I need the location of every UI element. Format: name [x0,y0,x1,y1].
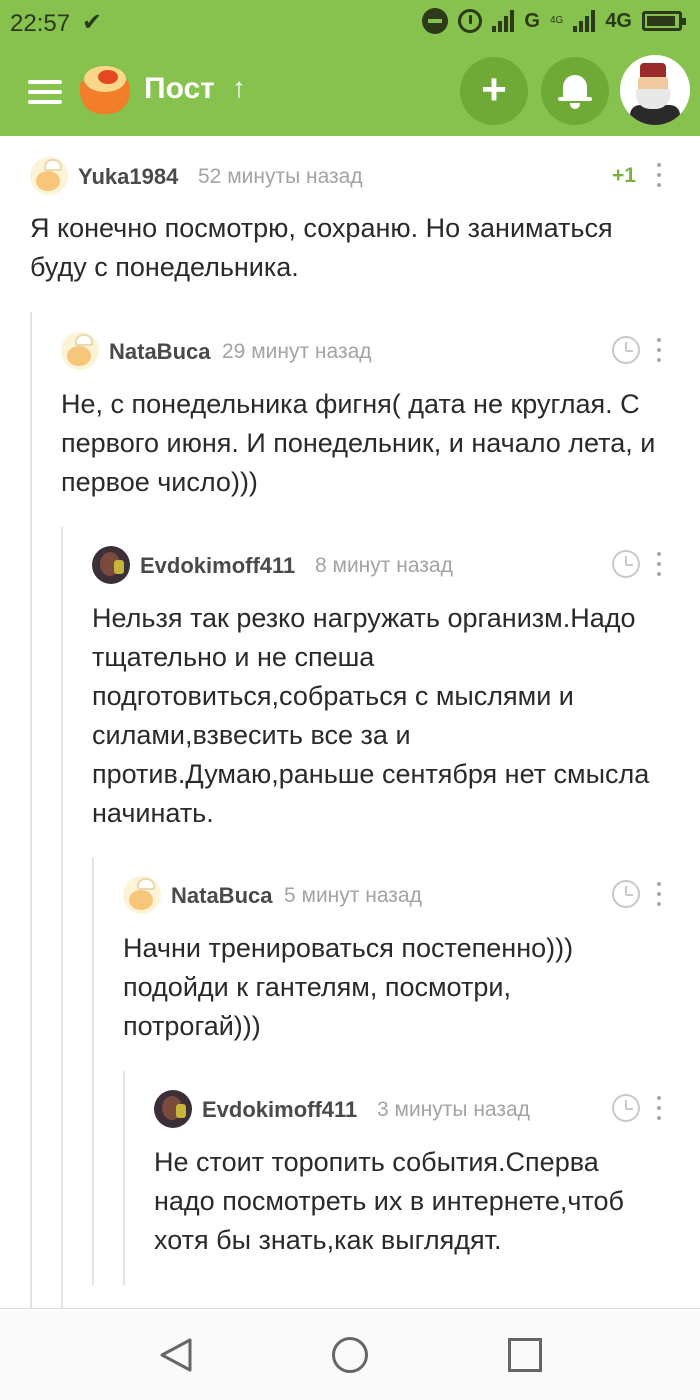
comment: Evdokimoff411 3 минуты назад Не стоит то… [154,1090,674,1260]
comment-time: 52 минуты назад [198,165,363,188]
comment-time: 29 минут назад [222,340,372,363]
comment-text: Нельзя так резко нагружать организм.Надо… [92,603,650,828]
avatar[interactable] [154,1090,192,1128]
comment: Yuka1984 52 минуты назад +1 Я конечно по… [30,157,670,287]
avatar[interactable] [61,332,99,370]
thread-line [30,312,32,1308]
add-post-button[interactable]: + [460,57,528,125]
clock-icon[interactable] [612,550,640,578]
comment-time: 3 минуты назад [377,1098,530,1121]
comment-author[interactable]: NataBuca [171,883,272,909]
status-time: 22:57 [10,10,71,37]
clock-icon[interactable] [612,1094,640,1122]
comment-time: 8 минут назад [315,554,453,577]
comment-text: Начни тренироваться постепенно))) подойд… [123,933,574,1041]
comment-rating: +1 [612,164,636,187]
comment-time: 5 минут назад [284,884,422,907]
do-not-disturb-icon [422,8,449,34]
thread-line [123,1071,125,1285]
pikabu-logo-icon[interactable] [78,64,132,116]
hamburger-menu-icon[interactable] [28,80,62,104]
network-type-label: 4G [605,9,632,32]
back-triangle-icon[interactable] [158,1337,194,1373]
battery-icon [642,11,686,31]
comment-author[interactable]: NataBuca [109,339,210,365]
thread-line [61,527,63,1308]
check-mark-icon: ✔ [82,9,103,36]
comment: NataBuca 5 минут назад Начни тренировать… [123,876,673,1046]
comment-text: Я конечно посмотрю, сохраню. Но занимать… [30,213,613,282]
comment-text: Не стоит торопить события.Сперва надо по… [154,1147,624,1255]
comment: NataBuca 29 минут назад Не, с понедельни… [61,332,671,502]
comment-author[interactable]: Yuka1984 [78,164,178,190]
recents-square-icon[interactable] [508,1338,542,1372]
user-avatar[interactable] [620,55,690,125]
plus-icon: + [481,65,507,114]
thread-line [92,857,94,1285]
avatar[interactable] [123,876,161,914]
more-options-icon[interactable] [656,882,662,906]
more-options-icon[interactable] [656,163,662,187]
clock-icon[interactable] [612,336,640,364]
avatar[interactable] [92,546,130,584]
system-nav-bar [0,1308,700,1400]
notifications-button[interactable] [541,57,609,125]
home-circle-icon[interactable] [332,1337,368,1373]
avatar[interactable] [30,157,68,195]
network-type-small-label: 4G [549,15,564,26]
more-options-icon[interactable] [656,552,662,576]
status-icons: G 4G 4G [422,8,686,34]
comment-text: Не, с понедельника фигня( дата не кругла… [61,389,656,497]
comment-author[interactable]: Evdokimoff411 [140,553,295,579]
clock-icon[interactable] [612,880,640,908]
comment: Evdokimoff411 8 минут назад Нельзя так р… [92,546,672,833]
status-bar: 22:57 ✔ G 4G 4G [0,0,700,44]
comment-author[interactable]: Evdokimoff411 [202,1097,357,1123]
more-options-icon[interactable] [656,1096,662,1120]
more-options-icon[interactable] [656,338,662,362]
network-type-label: G [524,9,540,32]
alarm-icon [458,9,483,33]
signal-icon [492,10,515,32]
arrow-up-icon[interactable]: ↑ [232,72,246,104]
app-bar: Пост ↑ + [0,44,700,136]
signal-icon [573,10,596,32]
page-title: Пост [144,72,215,105]
